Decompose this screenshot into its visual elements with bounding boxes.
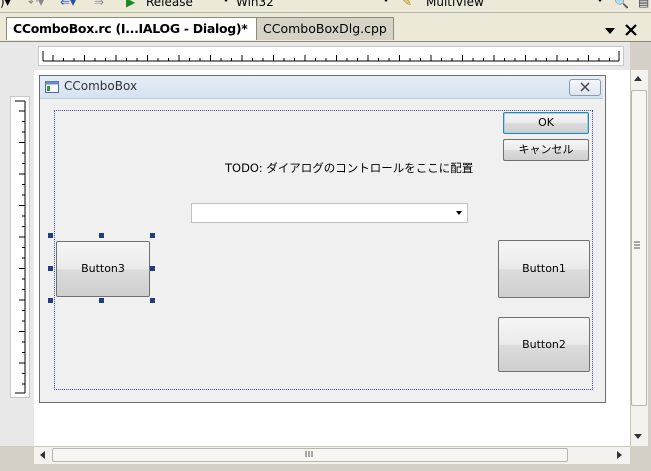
- combobox[interactable]: [191, 203, 468, 223]
- horizontal-ruler-ticks: [42, 51, 620, 62]
- dialog-title: CComboBox: [64, 79, 138, 93]
- resize-handle-bottom-right[interactable]: [150, 298, 155, 303]
- close-icon: [580, 82, 590, 92]
- combobox-dropdown-arrow-icon[interactable]: [456, 211, 462, 215]
- tab-ccombobox-rc[interactable]: CComboBox.rc (I...IALOG - Dialog)*: [6, 17, 262, 40]
- find-icon[interactable]: ✎: [402, 0, 412, 9]
- start-debug-icon[interactable]: ▶: [126, 0, 135, 9]
- button2[interactable]: Button2: [498, 317, 590, 372]
- view-mode-select[interactable]: MultiView: [426, 0, 484, 9]
- platform-select[interactable]: Win32: [236, 0, 274, 9]
- resize-handle-top-left[interactable]: [48, 233, 53, 238]
- ok-button[interactable]: OK: [503, 112, 589, 134]
- resize-handle-bottom-left[interactable]: [48, 298, 53, 303]
- find-in-files-icon[interactable]: 🔍: [614, 0, 629, 9]
- redo-dropdown-icon[interactable]: )▾: [0, 0, 11, 9]
- tab-list-dropdown-icon[interactable]: [604, 26, 616, 36]
- vertical-ruler[interactable]: [10, 96, 30, 398]
- navigate-forward-icon[interactable]: ⇒: [94, 0, 104, 9]
- scroll-left-arrow-icon[interactable]: [38, 450, 46, 460]
- navigate-back-icon[interactable]: ⇐▾: [60, 0, 76, 9]
- todo-static-text[interactable]: TODO: ダイアログのコントロールをここに配置: [225, 160, 473, 176]
- resize-handle-left[interactable]: [48, 266, 53, 271]
- configuration-select[interactable]: Release: [146, 0, 193, 9]
- properties-icon[interactable]: ▤: [638, 0, 649, 9]
- button3[interactable]: Button3: [56, 241, 150, 297]
- undo-icon[interactable]: ↶▾: [28, 0, 44, 9]
- close-document-icon[interactable]: [624, 23, 638, 37]
- horizontal-thumb-grip-icon: [305, 451, 313, 457]
- dialog-app-icon: [45, 81, 59, 93]
- scroll-up-arrow-icon[interactable]: [633, 74, 643, 82]
- tab-ccomboboxdlg-cpp[interactable]: CComboBoxDlg.cpp: [256, 17, 394, 40]
- horizontal-ruler[interactable]: [38, 46, 624, 66]
- resize-handle-bottom[interactable]: [99, 298, 104, 303]
- resize-handle-right[interactable]: [150, 266, 155, 271]
- vertical-ruler-ticks: [15, 100, 26, 394]
- cancel-button[interactable]: キャンセル: [503, 139, 589, 161]
- toolbar: )▾ ↶▾ ⇐▾ ⇒ ▶ Release Win32 ✎ MultiView 🔍…: [0, 0, 651, 13]
- scroll-down-arrow-icon[interactable]: [633, 433, 643, 441]
- resize-handle-top-right[interactable]: [150, 233, 155, 238]
- dialog-close-button[interactable]: [569, 79, 601, 96]
- document-tab-strip: CComboBox.rc (I...IALOG - Dialog)* CComb…: [0, 13, 651, 42]
- button1[interactable]: Button1: [498, 240, 590, 298]
- platform-dropdown-arrow[interactable]: [382, 0, 390, 2]
- vertical-thumb-grip-icon: [634, 241, 640, 249]
- scroll-right-arrow-icon[interactable]: [616, 450, 624, 460]
- configuration-dropdown-arrow[interactable]: [222, 0, 230, 2]
- view-mode-dropdown-arrow[interactable]: [596, 0, 604, 2]
- resize-handle-top[interactable]: [99, 233, 104, 238]
